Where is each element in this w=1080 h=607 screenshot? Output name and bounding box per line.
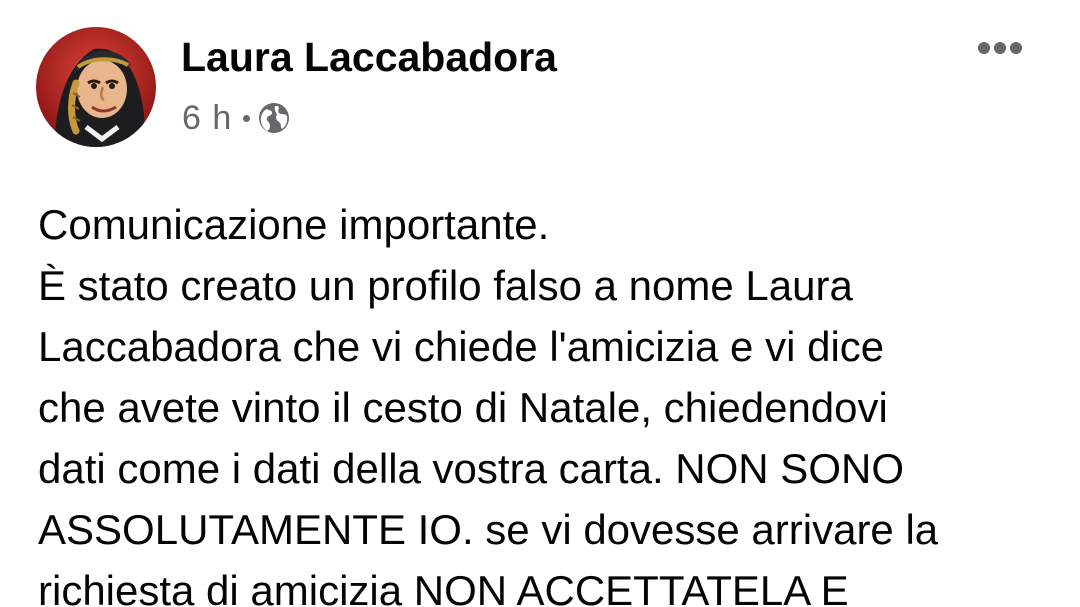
- post-body-line: richiesta di amicizia NON ACCETTATELA E: [38, 567, 849, 607]
- more-dot: [978, 42, 990, 54]
- post-header: Laura Laccabadora 6 h: [0, 0, 1080, 170]
- post-body-line: ASSOLUTAMENTE IO. se vi dovesse arrivare…: [38, 506, 939, 553]
- author-name[interactable]: Laura Laccabadora: [181, 33, 557, 81]
- more-dot: [994, 42, 1006, 54]
- post-timestamp[interactable]: 6 h: [182, 99, 232, 138]
- facebook-post: Laura Laccabadora 6 h Comunicazione impo…: [0, 0, 1080, 607]
- post-body-line: che avete vinto il cesto di Natale, chie…: [38, 384, 888, 431]
- author-avatar[interactable]: [36, 27, 156, 147]
- post-body-line: Comunicazione importante.: [38, 201, 550, 248]
- globe-icon[interactable]: [258, 102, 290, 134]
- post-body-line: È stato creato un profilo falso a nome L…: [38, 262, 853, 309]
- more-dot: [1010, 42, 1022, 54]
- avatar-image: [36, 27, 156, 147]
- separator-dot: [243, 114, 251, 122]
- post-meta: 6 h: [182, 96, 290, 140]
- post-body-line: Laccabadora che vi chiede l'amicizia e v…: [38, 323, 885, 370]
- more-options-icon[interactable]: [970, 30, 1030, 66]
- post-body-line: dati come i dati della vostra carta. NON…: [38, 445, 904, 492]
- post-body: Comunicazione importante. È stato creato…: [38, 194, 1038, 607]
